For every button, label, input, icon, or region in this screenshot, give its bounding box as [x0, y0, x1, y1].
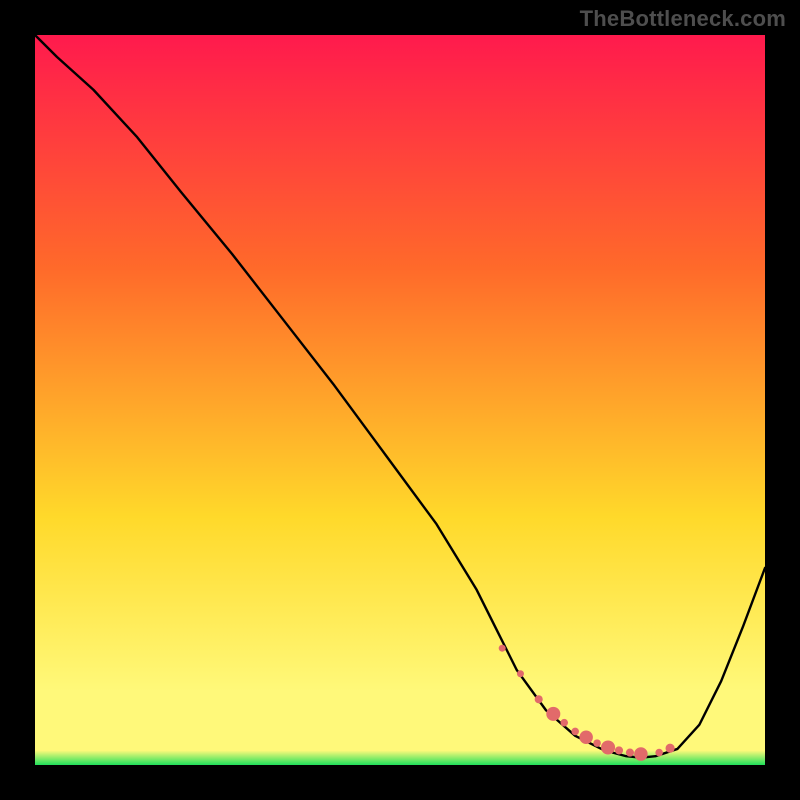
- trough-marker: [626, 749, 634, 757]
- trough-marker: [666, 744, 675, 753]
- trough-marker: [571, 728, 579, 736]
- trough-marker: [546, 707, 560, 721]
- trough-marker: [655, 749, 663, 757]
- trough-marker: [601, 740, 615, 754]
- plot-area: [35, 35, 765, 765]
- trough-marker: [535, 695, 543, 703]
- trough-marker: [517, 670, 524, 677]
- chart-svg: [35, 35, 765, 765]
- trough-marker: [593, 739, 601, 747]
- watermark-text: TheBottleneck.com: [580, 6, 786, 32]
- chart-frame: TheBottleneck.com: [0, 0, 800, 800]
- trough-marker: [560, 719, 568, 727]
- trough-marker: [499, 645, 506, 652]
- trough-marker: [634, 747, 648, 761]
- trough-marker: [579, 731, 593, 745]
- trough-marker: [615, 746, 623, 754]
